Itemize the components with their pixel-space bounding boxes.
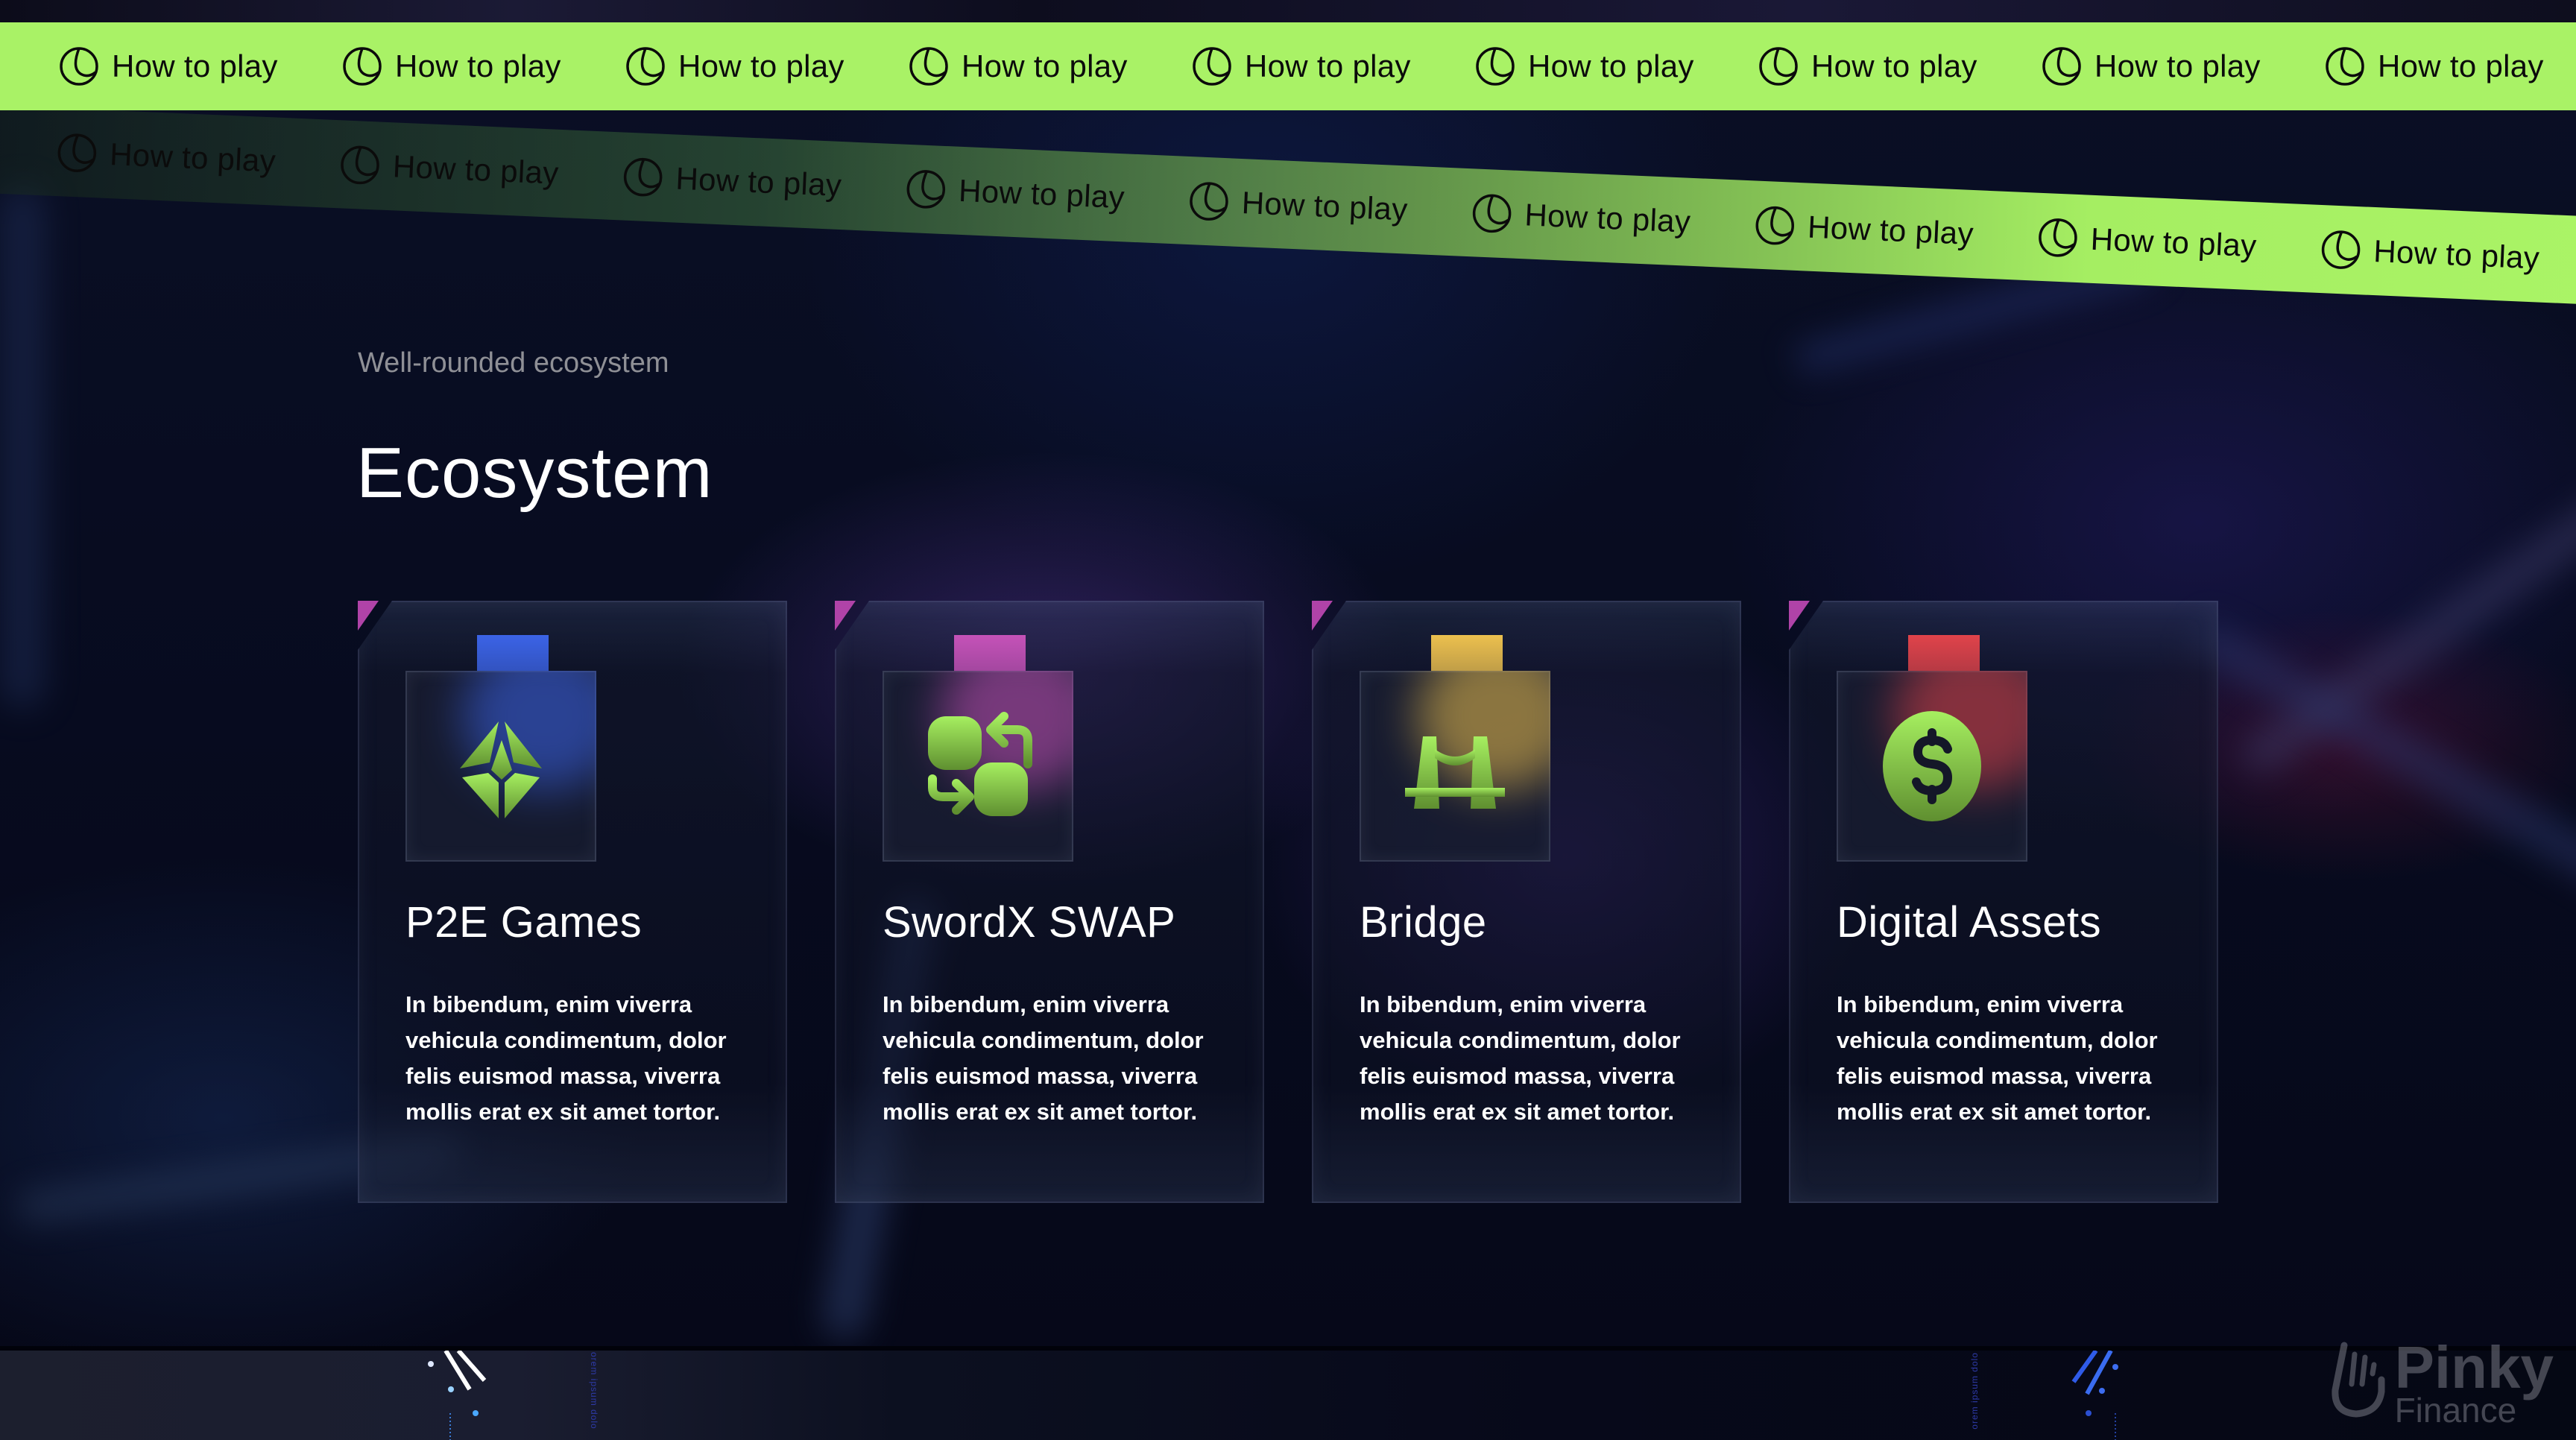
crystal-icon: [445, 710, 557, 822]
how-to-play-link-tilted-item[interactable]: How to play: [338, 143, 623, 197]
pie-clock-icon: [60, 47, 98, 86]
logo-text-pinky: Pinky: [2394, 1334, 2554, 1400]
top-edge: [0, 0, 2576, 22]
pie-clock-icon: [2039, 218, 2077, 257]
pie-clock-icon: [1472, 194, 1512, 233]
ribbon-label: How to play: [395, 48, 561, 83]
icon-box: [1837, 671, 2027, 862]
pie-clock-icon: [2042, 47, 2081, 86]
pie-clock-icon: [2326, 47, 2364, 86]
pie-clock-icon: [1476, 47, 1515, 86]
icon-box: [1360, 671, 1550, 862]
how-to-play-link-tilted-item[interactable]: How to play: [2036, 216, 2321, 270]
ribbon-label: How to play: [112, 48, 278, 83]
section-heading: Ecosystem: [356, 433, 713, 513]
how-to-play-link-item[interactable]: How to play: [1758, 45, 2041, 87]
pie-clock-icon: [909, 47, 948, 86]
icon-accent-tab: [1431, 635, 1503, 671]
card-title: SwordX SWAP: [883, 898, 1176, 947]
icon-accent-tab: [477, 635, 549, 671]
icon-box: [883, 671, 1073, 862]
ribbon-label: How to play: [2378, 48, 2544, 83]
ribbon-label: How to play: [1807, 209, 1974, 252]
ribbon-label: How to play: [1524, 197, 1692, 239]
logo-text-finance: Finance: [2394, 1391, 2517, 1430]
ribbon-label: How to play: [675, 160, 843, 203]
footer-strip: orem ipsum dolo orem ipsum dolo: [0, 1346, 2576, 1440]
footer-vertical-text-2: orem ipsum dolo: [1969, 1352, 1980, 1430]
dollar-coin-icon: [1876, 710, 1988, 822]
pie-clock-icon: [1190, 182, 1228, 221]
pinky-finance-logo[interactable]: Pinky Finance: [2329, 1338, 2554, 1427]
card-description: In bibendum, enim viverra vehicula condi…: [883, 991, 1204, 1125]
icon-accent-tab: [954, 635, 1026, 671]
pie-clock-icon: [1755, 206, 1795, 245]
how-to-play-link-tilted-item[interactable]: How to play: [904, 168, 1189, 221]
card-title: P2E Games: [405, 898, 643, 947]
card-description: In bibendum, enim viverra vehicula condi…: [1360, 991, 1681, 1125]
how-to-play-link-tilted-item[interactable]: How to play: [1470, 192, 1755, 245]
bridge-icon: [1399, 710, 1511, 822]
pie-clock-icon: [1193, 47, 1231, 86]
ribbon-label: How to play: [1528, 48, 1694, 83]
ribbon-label: How to play: [958, 172, 1126, 215]
how-to-play-link-tilted-item[interactable]: How to play: [621, 156, 906, 209]
pie-clock-icon: [623, 157, 663, 197]
ribbon-label: How to play: [1240, 185, 1409, 227]
how-to-play-link-item[interactable]: How to play: [1191, 45, 1474, 87]
card-title: Digital Assets: [1837, 898, 2102, 947]
card-description: In bibendum, enim viverra vehicula condi…: [1837, 991, 2158, 1125]
how-to-play-link-item[interactable]: How to play: [2041, 45, 2324, 87]
pie-clock-icon: [57, 133, 97, 172]
swap-icon: [922, 710, 1034, 822]
stripes-icon: [428, 1351, 487, 1440]
card-title: Bridge: [1360, 898, 1487, 947]
how-to-play-link-tilted-item[interactable]: How to play: [1753, 203, 2038, 257]
icon-accent-tab: [1908, 635, 1980, 671]
pie-clock-icon: [626, 47, 665, 86]
pie-clock-icon: [343, 47, 382, 86]
how-to-play-link-item[interactable]: How to play: [341, 45, 625, 87]
how-to-play-link-item[interactable]: How to play: [908, 45, 1191, 87]
how-to-play-link-item[interactable]: How to play: [1474, 45, 1758, 87]
pie-clock-icon: [341, 145, 379, 185]
ribbon-label: How to play: [1245, 48, 1411, 83]
ribbon-label: How to play: [2089, 221, 2258, 264]
how-to-play-link-tilted-item[interactable]: How to play: [2319, 228, 2576, 282]
section-eyebrow: Well-rounded ecosystem: [358, 347, 669, 379]
card-description: In bibendum, enim viverra vehicula condi…: [405, 991, 727, 1125]
icon-box: [405, 671, 596, 862]
how-to-play-link-item[interactable]: How to play: [625, 45, 908, 87]
ribbon-label: How to play: [109, 136, 277, 179]
ribbon-label: How to play: [678, 48, 845, 83]
ribbon-label: How to play: [2373, 233, 2541, 276]
ribbon-label: How to play: [962, 48, 1128, 83]
pie-clock-icon: [1759, 47, 1798, 86]
footer-vertical-text: orem ipsum dolo: [589, 1352, 599, 1430]
ribbon-label: How to play: [2094, 48, 2261, 83]
pie-clock-icon: [2321, 230, 2361, 269]
stripes-blue-icon: [2071, 1351, 2118, 1440]
ribbon-label: How to play: [1811, 48, 1977, 83]
pie-clock-icon: [906, 170, 946, 209]
how-to-play-link-item[interactable]: How to play: [2324, 45, 2576, 87]
pinky-hand-icon: [2332, 1342, 2385, 1418]
how-to-play-link-item[interactable]: How to play: [58, 45, 341, 87]
ribbon-label: How to play: [391, 148, 560, 191]
how-to-play-ribbon: How to play How to play How to play How to …: [0, 22, 2576, 110]
how-to-play-link-tilted-item[interactable]: How to play: [55, 131, 340, 185]
how-to-play-link-tilted-item[interactable]: How to play: [1187, 180, 1472, 233]
